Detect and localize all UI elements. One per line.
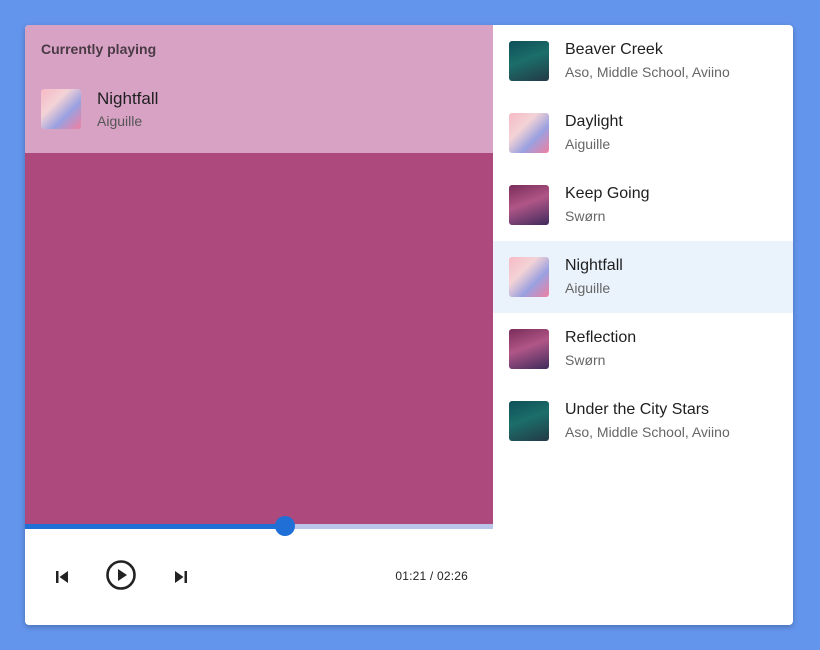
track-title: Daylight <box>565 113 623 130</box>
track-artist: Aiguille <box>565 136 611 152</box>
track-cover <box>509 185 549 225</box>
music-player-card: Currently playing Nightfall Aiguille 01:… <box>25 25 793 625</box>
skip-previous-icon <box>56 571 68 583</box>
track-artist: Swørn <box>565 352 606 368</box>
skip-next-icon <box>175 571 187 583</box>
previous-button[interactable] <box>50 565 74 589</box>
track-cover <box>509 329 549 369</box>
track-title: Beaver Creek <box>565 41 663 58</box>
play-button[interactable] <box>105 559 137 591</box>
playlist-item[interactable]: Under the City Stars Aso, Middle School,… <box>493 385 793 457</box>
track-artist: Aso, Middle School, Aviino <box>565 424 730 440</box>
playlist: Beaver Creek Aso, Middle School, Aviino … <box>493 25 793 625</box>
track-cover <box>509 41 549 81</box>
playlist-item[interactable]: Keep Going Swørn <box>493 169 793 241</box>
playlist-item[interactable]: Beaver Creek Aso, Middle School, Aviino <box>493 25 793 97</box>
now-playing-cover <box>41 89 81 129</box>
playlist-item[interactable]: Reflection Swørn <box>493 313 793 385</box>
next-button[interactable] <box>169 565 193 589</box>
now-playing-header: Currently playing Nightfall Aiguille <box>25 25 493 153</box>
track-artist: Aso, Middle School, Aviino <box>565 64 730 80</box>
track-artist: Aiguille <box>565 280 611 296</box>
player-panel: Currently playing Nightfall Aiguille 01:… <box>25 25 493 625</box>
album-art-area <box>25 153 493 525</box>
time-display: 01:21 / 02:26 <box>395 569 468 583</box>
track-cover <box>509 257 549 297</box>
playback-controls: 01:21 / 02:26 <box>25 529 493 625</box>
now-playing-title: Nightfall <box>97 89 159 108</box>
track-title: Under the City Stars <box>565 401 710 418</box>
track-title: Keep Going <box>565 185 650 202</box>
playlist-item[interactable]: Daylight Aiguille <box>493 97 793 169</box>
play-circle-icon <box>106 560 136 590</box>
track-artist: Swørn <box>565 208 606 224</box>
now-playing-artist: Aiguille <box>97 113 143 129</box>
track-title: Reflection <box>565 329 637 346</box>
now-playing-label: Currently playing <box>41 41 157 57</box>
playlist-item-active[interactable]: Nightfall Aiguille <box>493 241 793 313</box>
track-cover <box>509 401 549 441</box>
track-title: Nightfall <box>565 257 623 274</box>
track-cover <box>509 113 549 153</box>
